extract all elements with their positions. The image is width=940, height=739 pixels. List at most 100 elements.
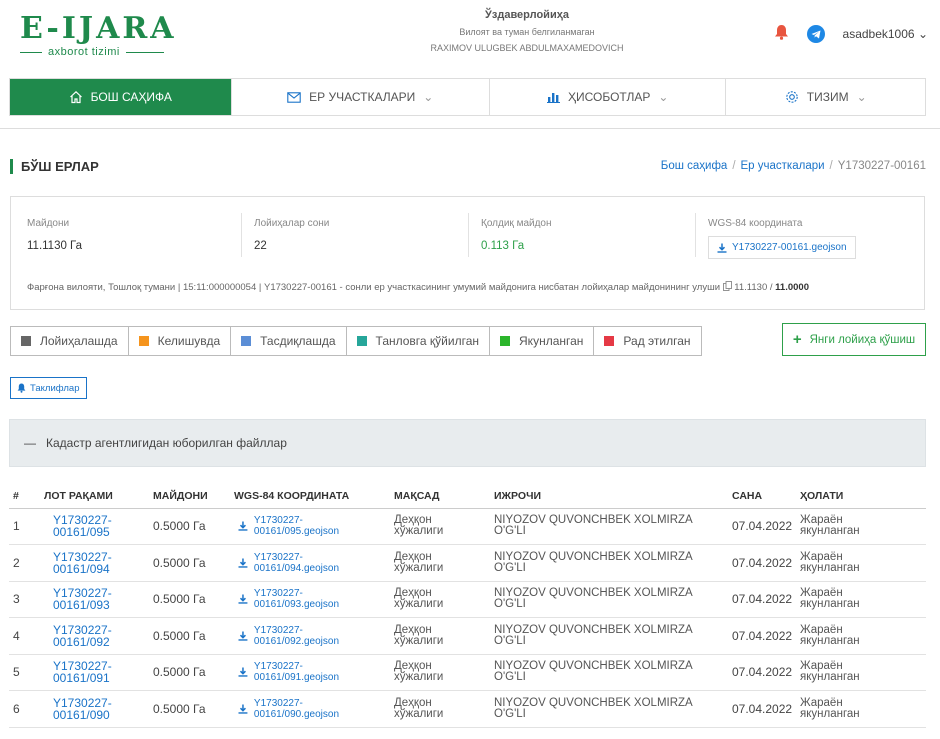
organization-region: Вилоят ва туман белгиланмаган — [459, 27, 595, 37]
logo-subtitle-text: axborot tizimi — [48, 46, 120, 58]
lot-date: 07.04.2022 — [726, 544, 796, 582]
plot-summary: Фарғона вилояти, Тошлоқ тумани | 15:11:0… — [27, 281, 809, 293]
column-header[interactable]: МАЙДОНИ — [134, 485, 214, 509]
status-filter-completed[interactable]: Якунланган — [490, 327, 595, 355]
status-label: Тасдиқлашда — [260, 334, 336, 348]
column-header[interactable]: САНА — [726, 485, 796, 509]
row-number: 3 — [9, 581, 34, 618]
lot-status: Жараён якунланган — [800, 514, 860, 538]
download-icon — [238, 704, 248, 714]
geojson-download-link[interactable]: Y1730227-00161/091.geojson — [238, 661, 387, 683]
lot-link[interactable]: Y1730227-00161/093 — [53, 587, 133, 611]
collapse-icon[interactable]: — — [24, 436, 36, 450]
lot-status: Жараён якунланган — [800, 587, 860, 611]
nav-item-land-plots-label: ЕР УЧАСТКАЛАРИ — [309, 90, 416, 104]
geojson-file-name: Y1730227-00161/094.geojson — [253, 551, 339, 574]
status-label: Рад этилган — [623, 334, 691, 348]
download-icon — [238, 521, 248, 531]
geojson-download-button[interactable]: Y1730227-00161.geojson — [708, 236, 856, 259]
lot-link[interactable]: Y1730227-00161/094 — [53, 551, 133, 575]
lot-date: 07.04.2022 — [726, 617, 796, 655]
lot-link[interactable]: Y1730227-00161/092 — [53, 624, 133, 648]
geojson-file-name: Y1730227-00161/093.geojson — [253, 588, 339, 611]
download-icon — [238, 631, 248, 641]
column-header: # — [9, 485, 34, 509]
organization-name: Ўздаверлойиҳа — [485, 9, 569, 21]
download-icon — [238, 594, 248, 604]
plot-summary-text: Фарғона вилояти, Тошлоқ тумани | 15:11:0… — [27, 282, 721, 293]
lot-link[interactable]: Y1730227-00161/095 — [53, 514, 133, 538]
lot-executor: NIYOZOV QUVONCHBEK XOLMIRZA O'G'LI — [494, 660, 693, 684]
geojson-download-link[interactable]: Y1730227-00161/094.geojson — [238, 552, 387, 574]
telegram-icon[interactable] — [806, 25, 825, 43]
nav-item-reports[interactable]: ҲИСОБОТЛАР ⌄ — [490, 79, 727, 115]
plus-icon: + — [792, 331, 802, 348]
column-header[interactable]: ЛОТ РАҚАМИ — [34, 485, 134, 509]
status-filter-approval[interactable]: Тасдиқлашда — [231, 327, 347, 355]
lot-executor: NIYOZOV QUVONCHBEK XOLMIRZA O'G'LI — [494, 514, 693, 538]
geojson-download-link[interactable]: Y1730227-00161/095.geojson — [238, 515, 387, 537]
status-filter-rejected[interactable]: Рад этилган — [594, 327, 700, 355]
geojson-file-name: Y1730227-00161/090.geojson — [253, 697, 339, 720]
breadcrumb-land-plots[interactable]: Ер участкалари — [741, 160, 825, 172]
download-icon — [238, 667, 248, 677]
page-title: БЎШ ЕРЛАР — [10, 159, 99, 174]
chevron-down-icon: ⌄ — [658, 90, 669, 104]
projects-value: 22 — [254, 240, 267, 252]
geojson-download-link[interactable]: Y1730227-00161/090.geojson — [238, 698, 387, 720]
status-label: Якунланган — [519, 334, 584, 348]
divider — [468, 213, 469, 257]
remaining-label: Қолдиқ майдон — [481, 218, 552, 229]
row-number: 1 — [9, 508, 34, 545]
lot-date: 07.04.2022 — [726, 508, 796, 545]
table-header-row: # ЛОТ РАҚАМИ МАЙДОНИ WGS-84 КООРДИНАТА М… — [9, 485, 926, 509]
status-label: Лойиҳалашда — [40, 334, 118, 348]
suggestions-button[interactable]: Таклифлар — [10, 377, 87, 399]
geojson-download-link[interactable]: Y1730227-00161/092.geojson — [238, 625, 387, 647]
nav-item-system-label: ТИЗИМ — [806, 90, 849, 104]
status-color-swatch — [138, 336, 149, 346]
gear-icon — [786, 91, 798, 103]
lot-link[interactable]: Y1730227-00161/090 — [53, 697, 133, 721]
column-header[interactable]: МАҚСАД — [388, 485, 488, 509]
lot-executor: NIYOZOV QUVONCHBEK XOLMIRZA O'G'LI — [494, 623, 693, 647]
page-title-text: БЎШ ЕРЛАР — [21, 159, 99, 174]
status-color-swatch — [356, 336, 367, 346]
table-row: 4 Y1730227-00161/092 0.5000 Га Y1730227-001… — [9, 617, 926, 655]
divider — [0, 128, 940, 129]
column-header[interactable]: ҲОЛАТИ — [796, 485, 926, 509]
column-header[interactable]: ИЖРОЧИ — [488, 485, 726, 509]
nav-item-system[interactable]: ТИЗИМ ⌄ — [726, 79, 925, 115]
notification-bell-icon[interactable] — [774, 24, 789, 44]
status-label: Келишувда — [157, 334, 221, 348]
plot-ratio: 11.1130 / — [734, 282, 773, 293]
add-project-button[interactable]: + Янги лойиҳа қўшиш — [782, 323, 926, 356]
lot-executor: NIYOZOV QUVONCHBEK XOLMIRZA O'G'LI — [494, 696, 693, 720]
status-filter-auction[interactable]: Танловга қўйилган — [347, 327, 491, 355]
lots-table: # ЛОТ РАҚАМИ МАЙДОНИ WGS-84 КООРДИНАТА М… — [9, 485, 926, 728]
status-filter-negotiation[interactable]: Келишувда — [129, 327, 232, 355]
lot-area: 0.5000 Га — [134, 654, 214, 691]
geojson-download-link[interactable]: Y1730227-00161/093.geojson — [238, 588, 387, 610]
table-row: 1 Y1730227-00161/095 0.5000 Га Y1730227-001… — [9, 508, 926, 545]
row-number: 6 — [9, 690, 34, 728]
lot-link[interactable]: Y1730227-00161/091 — [53, 660, 133, 684]
logo[interactable]: E-IJARA axborot tizimi — [20, 14, 177, 58]
lot-status: Жараён якунланган — [800, 623, 860, 647]
cadastre-files-panel[interactable]: — Кадастр агентлигидан юборилган файллар — [9, 419, 926, 467]
status-label: Танловга қўйилган — [375, 334, 480, 348]
lot-purpose: Деҳқон хўжалиги — [394, 696, 444, 720]
nav-item-land-plots[interactable]: ЕР УЧАСТКАЛАРИ ⌄ — [232, 79, 490, 115]
nav-item-home[interactable]: БОШ САҲИФА — [10, 79, 232, 115]
status-color-swatch — [21, 336, 31, 346]
status-filter-designing[interactable]: Лойиҳалашда — [11, 327, 129, 355]
divider — [241, 213, 242, 257]
download-icon — [717, 243, 727, 253]
logo-text: E-IJARA — [20, 11, 177, 46]
breadcrumb-home[interactable]: Бош саҳифа — [661, 160, 728, 172]
geojson-file-name: Y1730227-00161.geojson — [732, 242, 847, 253]
row-number: 2 — [9, 544, 34, 582]
copy-icon[interactable] — [722, 281, 732, 291]
lot-status: Жараён якунланган — [800, 696, 860, 720]
user-menu[interactable]: asadbek1006 ⌄ — [843, 27, 928, 41]
